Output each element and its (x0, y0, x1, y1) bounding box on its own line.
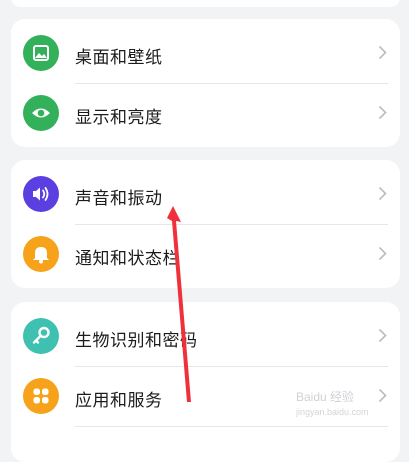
watermark-text: Baidu 经验 (296, 390, 355, 404)
key-icon (23, 318, 59, 354)
settings-item-label: 通知和状态栏 (75, 249, 180, 268)
watermark-sub: jingyan.baidu.com (296, 407, 369, 417)
chevron-right-icon (378, 45, 387, 60)
chevron-right-icon (378, 328, 387, 343)
chevron-right-icon (378, 186, 387, 201)
image-icon (23, 35, 59, 71)
settings-item-biometrics-password[interactable]: 生物识别和密码 (11, 306, 400, 366)
settings-group-3: 生物识别和密码 应用和服务 (11, 302, 400, 462)
bell-icon (23, 236, 59, 272)
settings-item-sound-vibration[interactable]: 声音和振动 (11, 164, 400, 224)
speaker-icon (23, 176, 59, 212)
settings-item-label: 声音和振动 (75, 189, 163, 208)
chevron-right-icon (378, 246, 387, 261)
watermark: Baidu 经验 jingyan.baidu.com (296, 388, 369, 417)
settings-item-desktop-wallpaper[interactable]: 桌面和壁纸 (11, 23, 400, 83)
apps-grid-icon (23, 378, 59, 414)
divider (75, 426, 388, 427)
settings-item-display-brightness[interactable]: 显示和亮度 (11, 83, 400, 143)
settings-card-top-partial (11, 0, 400, 7)
settings-item-label: 桌面和壁纸 (75, 48, 163, 67)
settings-item-label: 显示和亮度 (75, 108, 163, 127)
settings-group-1: 桌面和壁纸 显示和亮度 (11, 19, 400, 147)
chevron-right-icon (378, 105, 387, 120)
settings-item-label: 应用和服务 (75, 391, 163, 410)
settings-group-2: 声音和振动 通知和状态栏 (11, 160, 400, 288)
chevron-right-icon (378, 388, 387, 403)
eye-icon (23, 95, 59, 131)
settings-item-notifications-statusbar[interactable]: 通知和状态栏 (11, 224, 400, 284)
settings-item-label: 生物识别和密码 (75, 331, 198, 350)
